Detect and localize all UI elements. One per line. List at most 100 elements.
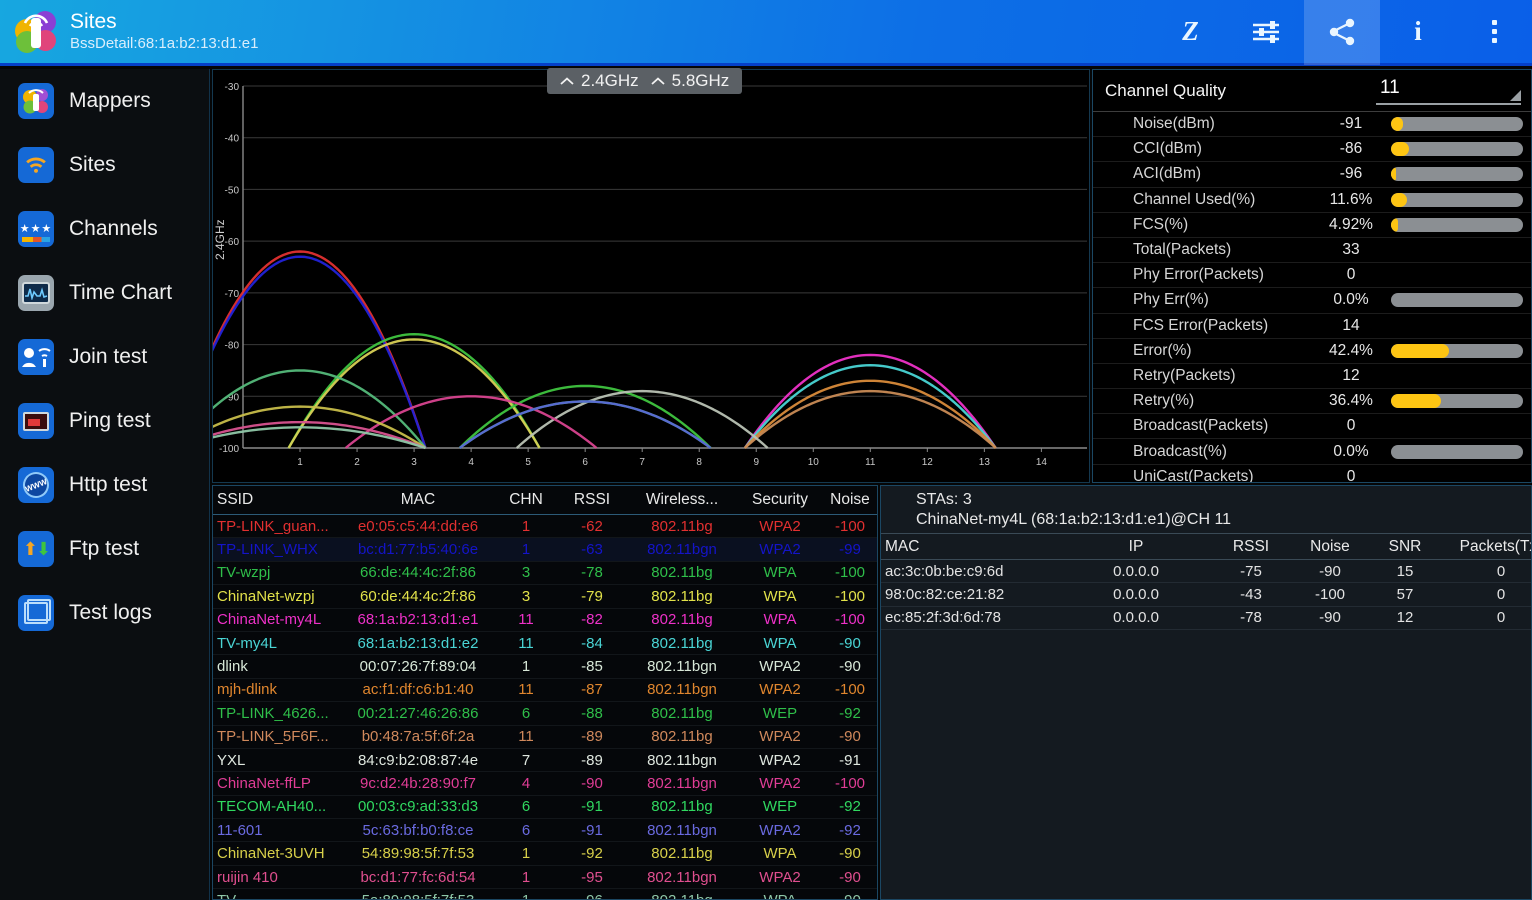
quality-gauge-fill (1391, 192, 1407, 207)
ap-cell-chn: 11 (518, 634, 534, 652)
ap-cell-noise: -90 (839, 845, 861, 863)
overflow-menu-button[interactable] (1456, 0, 1532, 65)
ap-cell-chn: 1 (521, 868, 531, 886)
overflow-menu-icon (1491, 20, 1497, 43)
ap-column-header[interactable]: CHN (495, 491, 557, 509)
channels-icon: ★★★ (18, 211, 54, 247)
sidebar-item-ftp-test[interactable]: ⬆⬇ Ftp test (0, 517, 209, 581)
ap-cell-security: WPA (763, 845, 797, 863)
table-row[interactable]: ChinaNet-wzpj 60:de:44:4c:2f:86 3 -79 802.11… (213, 585, 877, 609)
ap-cell-chn: 11 (518, 728, 534, 746)
band-toggle-2.4ghz[interactable]: 2.4GHz (557, 71, 642, 91)
sidebar-item-channels[interactable]: ★★★ Channels (0, 197, 209, 261)
ap-cell-noise: -91 (839, 751, 861, 769)
ap-cell-wireless: 802.11bgn (647, 681, 717, 699)
ap-cell-security: WPA2 (759, 774, 801, 792)
ap-cell-security: WPA (763, 611, 797, 629)
table-row[interactable]: ChinaNet-my4L 68:1a:b2:13:d1:e1 11 -82 802.1… (213, 609, 877, 632)
table-row[interactable]: YXL 84:c9:b2:08:87:4e 7 -89 802.11bgn WPA2 -91 (213, 749, 877, 773)
ap-cell-ssid: TECOM-AH40... (217, 798, 327, 816)
time-chart-icon (18, 275, 54, 311)
sidebar-item-test-logs[interactable]: Test logs (0, 581, 209, 645)
table-row[interactable]: TP-LINK_5F6F... b0:48:7a:5f:6f:2a 11 -89 802… (213, 726, 877, 749)
table-row[interactable]: 11-601 5c:63:bf:b0:f8:ce 6 -91 802.11bgn WPA2… (213, 819, 877, 843)
band-toggle-5.8ghz[interactable]: 5.8GHz (648, 71, 733, 91)
ap-cell-mac: 68:1a:b2:13:d1:e1 (357, 611, 479, 629)
sidebar-item-ping-test[interactable]: Ping test (0, 389, 209, 453)
ap-cell-security: WPA (763, 634, 797, 652)
quality-row-label: FCS Error(Packets) (1133, 316, 1269, 334)
ap-cell-wireless: 802.11bg (651, 728, 713, 746)
table-row[interactable]: ChinaNet-3UVH 54:89:98:5f:7f:53 1 -92 802.11… (213, 842, 877, 866)
quality-row: ACI(dBm) -96 (1093, 162, 1531, 188)
ap-table-body: TP-LINK_guan... e0:05:c5:44:dd:e6 1 -62 802.… (213, 515, 877, 899)
sidebar-item-sites[interactable]: Sites (0, 133, 209, 197)
ap-table-header: SSID MAC CHN RSSI Wireless... Security Noise (213, 486, 877, 515)
ap-cell-chn: 1 (495, 892, 557, 899)
sta-column-header[interactable]: Noise (1291, 538, 1369, 556)
channel-quality-title: Channel Quality (1105, 80, 1226, 100)
spectrum-chart[interactable]: 2.4GHz 5.8GHz 2.4GHz -30 -40 -50 -60 -70 -80-… (173, 68, 1090, 483)
svg-text:7: 7 (639, 457, 645, 468)
svg-text:6: 6 (582, 457, 588, 468)
sta-list-panel[interactable]: STAs: 3 ChinaNet-my4L (68:1a:b2:13:d1:e1… (880, 485, 1532, 900)
ap-column-header[interactable]: MAC (341, 491, 495, 509)
table-row[interactable]: ruijin 410 bc:d1:77:fc:6d:54 1 -95 802.11bgn… (213, 866, 877, 890)
sidebar-item-label: Channels (69, 217, 158, 240)
sta-column-header[interactable]: IP (1061, 538, 1211, 556)
ap-list-table[interactable]: SSID MAC CHN RSSI Wireless... Security Noise T… (212, 485, 878, 900)
sta-cell-ip: 0.0.0.0 (1113, 586, 1159, 604)
sidebar-item-http-test[interactable]: WWW Http test (0, 453, 209, 517)
ap-column-header[interactable]: Security (737, 491, 823, 509)
table-row[interactable]: ac:3c:0b:be:c9:6d 0.0.0.0 -75 -90 15 0 (881, 560, 1531, 584)
table-row[interactable]: TV-wzpj 66:de:44:4c:2f:86 3 -78 802.11bg WPA -… (213, 562, 877, 586)
channel-select-value: 11 (1380, 76, 1400, 98)
ap-cell-rssi: -90 (581, 774, 603, 792)
info-button[interactable]: i (1380, 0, 1456, 65)
table-row[interactable]: ChinaNet-ffLP 9c:d2:4b:28:90:f7 4 -90 802.11… (213, 772, 877, 796)
sta-column-header[interactable]: Packets(Tx) (1441, 538, 1531, 556)
quality-gauge-fill (1391, 142, 1410, 157)
ap-cell-ssid: TV-my4L (217, 634, 278, 652)
quality-row: Broadcast(Packets) 0 (1093, 414, 1531, 440)
sta-bss-label: ChinaNet-my4L (68:1a:b2:13:d1:e1)@CH 11 (916, 511, 1232, 528)
ap-cell-noise: -90 (839, 658, 861, 676)
table-row[interactable]: dlink 00:07:26:7f:89:04 1 -85 802.11bgn WPA2 -… (213, 655, 877, 679)
sidebar-item-join-test[interactable]: Join test (0, 325, 209, 389)
sta-column-header[interactable]: RSSI (1211, 538, 1291, 556)
ap-cell-mac: 66:de:44:4c:2f:86 (360, 564, 476, 582)
ap-cell-ssid: TP-LINK_guan... (217, 517, 329, 535)
quality-row-value: 36.4% (1329, 392, 1373, 410)
table-row[interactable]: TV-my4L 68:1a:b2:13:d1:e2 11 -84 802.11bg WPA… (213, 632, 877, 656)
svg-text:5: 5 (525, 457, 531, 468)
ap-column-header[interactable]: SSID (213, 491, 341, 509)
table-row[interactable]: ec:85:2f:3d:6d:78 0.0.0.0 -78 -90 12 0 (881, 607, 1531, 631)
sidebar-item-time-chart[interactable]: Time Chart (0, 261, 209, 325)
table-row[interactable]: mjh-dlink ac:f1:df:c6:b1:40 11 -87 802.11bgn… (213, 679, 877, 703)
ap-column-header[interactable]: Noise (823, 491, 877, 509)
table-row[interactable]: TV5a:89:98:5f:7f:531-96802.11bgWPA-90 (213, 889, 877, 899)
sta-cell-rssi: -75 (1240, 562, 1262, 580)
table-row[interactable]: TECOM-AH40... 00:03:c9:ad:33:d3 6 -91 802.11… (213, 796, 877, 820)
quality-row: Phy Err(%) 0.0% (1093, 288, 1531, 314)
ap-cell-mac: ac:f1:df:c6:b1:40 (362, 681, 474, 699)
ap-column-header[interactable]: Wireless... (627, 491, 737, 509)
sta-column-header[interactable]: MAC (881, 538, 1061, 556)
sidebar-item-mappers[interactable]: Mappers (0, 69, 209, 133)
table-row[interactable]: TP-LINK_guan... e0:05:c5:44:dd:e6 1 -62 802.… (213, 515, 877, 539)
share-button[interactable] (1304, 0, 1380, 65)
settings-sliders-button[interactable] (1228, 0, 1304, 65)
sta-column-header[interactable]: SNR (1369, 538, 1441, 556)
ap-cell-wireless: 802.11bg (651, 564, 713, 582)
table-row[interactable]: 98:0c:82:ce:21:82 0.0.0.0 -43 -100 57 0 (881, 583, 1531, 607)
svg-text:-80: -80 (225, 341, 240, 352)
sta-cell-noise: -100 (1314, 586, 1346, 604)
table-row[interactable]: TP-LINK_WHX bc:d1:77:b5:40:6e 1 -63 802.11bg… (213, 538, 877, 562)
http-test-icon: WWW (18, 467, 54, 503)
table-row[interactable]: TP-LINK_4626... 00:21:27:46:26:86 6 -88 802.… (213, 702, 877, 726)
sta-cell-noise: -90 (1319, 562, 1341, 580)
ap-column-header[interactable]: RSSI (557, 491, 627, 509)
channel-select-spinner[interactable]: 11 (1376, 77, 1521, 105)
quality-row: UniCast(Packets) 0 (1093, 465, 1531, 482)
sleep-z-icon-button[interactable]: Z (1152, 0, 1228, 65)
